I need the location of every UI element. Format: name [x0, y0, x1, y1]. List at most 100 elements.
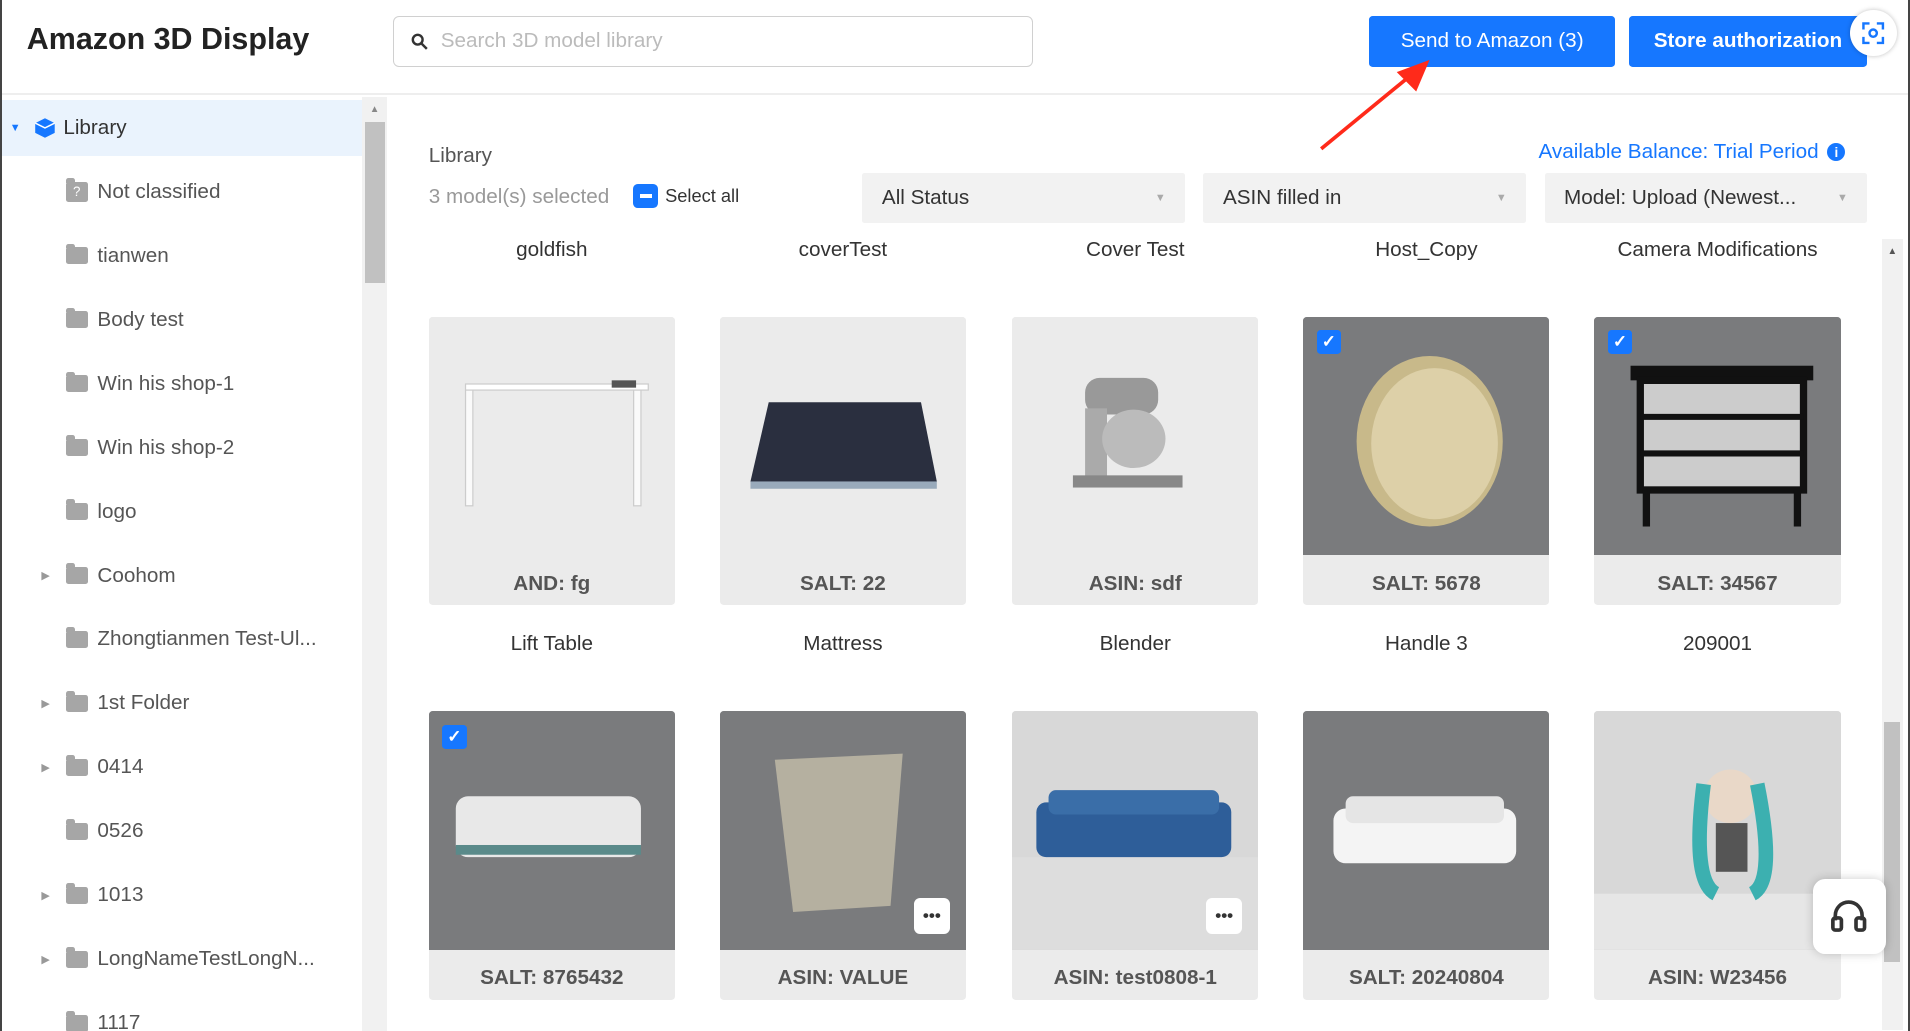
- unclassified-icon: ?: [65, 178, 88, 202]
- more-options-button[interactable]: •••: [913, 897, 951, 935]
- tree-item[interactable]: ▶ 1013: [2, 867, 361, 923]
- checkbox-checked-icon[interactable]: ✓: [442, 724, 467, 750]
- tree-item[interactable]: logo: [2, 484, 361, 540]
- model-card[interactable]: ••• ASIN: VALUE: [719, 711, 966, 1001]
- folder-icon: [65, 435, 88, 457]
- model-id-label: SALT: 5678: [1371, 571, 1481, 595]
- sidebar-scrollbar-thumb[interactable]: [365, 121, 385, 283]
- tree-item[interactable]: ▶ 1st Folder: [2, 675, 361, 731]
- tree-item[interactable]: tianwen: [2, 228, 361, 284]
- tree-item[interactable]: Body test: [2, 292, 361, 348]
- selected-count: 3 model(s) selected: [428, 185, 610, 209]
- model-card[interactable]: ✓ SALT: 5678: [1303, 316, 1550, 606]
- support-headset-button[interactable]: [1812, 879, 1886, 954]
- model-card[interactable]: ✓ SALT: 8765432: [428, 711, 675, 1001]
- caret-down-icon[interactable]: ▼: [10, 122, 21, 134]
- window-border: [0, 0, 3, 1031]
- more-options-button[interactable]: •••: [1205, 897, 1243, 935]
- tree-item-label: Win his shop-1: [97, 371, 235, 395]
- tree-item[interactable]: Win his shop-1: [2, 356, 361, 412]
- folder-icon: [65, 563, 88, 585]
- tree-item[interactable]: 1117: [2, 995, 361, 1031]
- model-id-label: ASIN: W23456: [1647, 966, 1788, 990]
- select-all-checkbox[interactable]: Select all: [633, 183, 740, 209]
- model-id-label: ASIN: VALUE: [777, 966, 909, 990]
- model-thumbnail[interactable]: [428, 316, 675, 556]
- model-thumbnail[interactable]: [1594, 711, 1841, 951]
- caret-right-icon[interactable]: ▶: [41, 953, 49, 966]
- caret-right-icon[interactable]: ▶: [41, 889, 49, 902]
- tree-item-label: Zhongtianmen Test-Ul...: [97, 627, 317, 651]
- model-name: coverTest: [798, 237, 888, 261]
- model-thumbnail[interactable]: [1594, 316, 1841, 556]
- balance-text: Available Balance: Trial Period: [1538, 140, 1819, 164]
- screenshot-icon[interactable]: [1850, 9, 1897, 57]
- tree-item[interactable]: ▶ Coohom: [2, 548, 361, 604]
- model-name: Handle 3: [1384, 632, 1468, 656]
- model-id-label: AND: fg: [513, 571, 591, 595]
- breadcrumb: Library: [428, 143, 492, 167]
- model-id-label: ASIN: test0808-1: [1053, 966, 1217, 990]
- chevron-down-icon: ▼: [1154, 191, 1166, 204]
- model-id-label: SALT: 22: [799, 571, 886, 595]
- tree-item[interactable]: Win his shop-2: [2, 420, 361, 476]
- caret-right-icon[interactable]: ▶: [41, 697, 49, 710]
- search-input[interactable]: [438, 28, 980, 55]
- tree-item-label: 1117: [97, 1011, 141, 1031]
- tree-item[interactable]: 0526: [2, 803, 361, 859]
- checkbox-checked-icon[interactable]: ✓: [1607, 330, 1633, 355]
- model-card[interactable]: ✓ SALT: 34567: [1594, 316, 1841, 606]
- model-name: Host_Copy: [1375, 237, 1478, 261]
- select-all-label: Select all: [665, 185, 740, 207]
- folder-icon: [65, 755, 88, 776]
- model-card[interactable]: AND: fg: [428, 316, 675, 606]
- model-card[interactable]: ASIN: sdf: [1012, 316, 1259, 606]
- model-name: Camera Modifications: [1617, 237, 1818, 261]
- model-name: goldfish: [516, 237, 588, 261]
- folder-icon: [65, 883, 88, 904]
- model-id-label: ASIN: sdf: [1088, 571, 1182, 595]
- sort-select[interactable]: Model: Upload (Newest... ▼: [1544, 172, 1868, 223]
- folder-icon: [65, 243, 88, 265]
- search-box[interactable]: [393, 15, 1033, 67]
- model-id-label: SALT: 8765432: [480, 966, 624, 990]
- app-window: Amazon 3D Display Send to Amazon (3) Sto…: [0, 0, 1910, 1031]
- caret-right-icon[interactable]: ▶: [41, 761, 49, 774]
- asin-filter-select[interactable]: ASIN filled in ▼: [1203, 172, 1527, 223]
- tree-item[interactable]: Zhongtianmen Test-Ul...: [2, 611, 361, 667]
- info-icon[interactable]: i: [1827, 142, 1846, 162]
- folder-icon: [65, 947, 88, 968]
- folder-icon: [65, 1011, 88, 1031]
- checkbox-checked-icon[interactable]: ✓: [1316, 330, 1342, 355]
- caret-right-icon[interactable]: ▶: [41, 569, 49, 582]
- model-thumbnail[interactable]: [1012, 316, 1259, 556]
- tree-item-label: Library: [63, 115, 127, 139]
- model-card[interactable]: ••• ASIN: test0808-1: [1012, 711, 1259, 1001]
- status-filter-select[interactable]: All Status ▼: [862, 172, 1186, 223]
- chevron-down-icon: ▼: [1495, 191, 1507, 204]
- model-name: Mattress: [803, 632, 883, 656]
- model-thumbnail[interactable]: [1303, 711, 1550, 951]
- model-card[interactable]: ASIN: W23456: [1594, 711, 1841, 1001]
- tree-item[interactable]: ▶ LongNameTestLongN...: [2, 931, 361, 987]
- available-balance-link[interactable]: Available Balance: Trial Period i: [1538, 140, 1846, 164]
- search-icon: [412, 33, 429, 50]
- main-scrollbar-thumb[interactable]: [1884, 722, 1901, 963]
- tree-item[interactable]: ? Not classified: [2, 164, 361, 220]
- model-id-label: SALT: 20240804: [1348, 966, 1504, 990]
- model-card[interactable]: SALT: 22: [719, 316, 966, 606]
- model-name: 209001: [1682, 632, 1753, 656]
- annotation-arrow-icon: [1320, 59, 1431, 151]
- tree-item[interactable]: ▼ Library: [2, 99, 362, 156]
- store-authorization-button[interactable]: Store authorization: [1628, 15, 1868, 67]
- tree-item-label: LongNameTestLongN...: [97, 947, 315, 971]
- tree-item-label: 0526: [97, 819, 144, 843]
- tree-item[interactable]: ▶ 0414: [2, 739, 361, 795]
- folder-icon: [65, 499, 88, 521]
- model-name: Blender: [1099, 632, 1171, 656]
- tree-item-label: 1st Folder: [97, 691, 190, 715]
- folder-icon: [65, 371, 88, 393]
- model-card[interactable]: SALT: 20240804: [1303, 711, 1550, 1001]
- model-thumbnail[interactable]: [719, 316, 966, 556]
- tree-item-label: tianwen: [97, 243, 169, 267]
